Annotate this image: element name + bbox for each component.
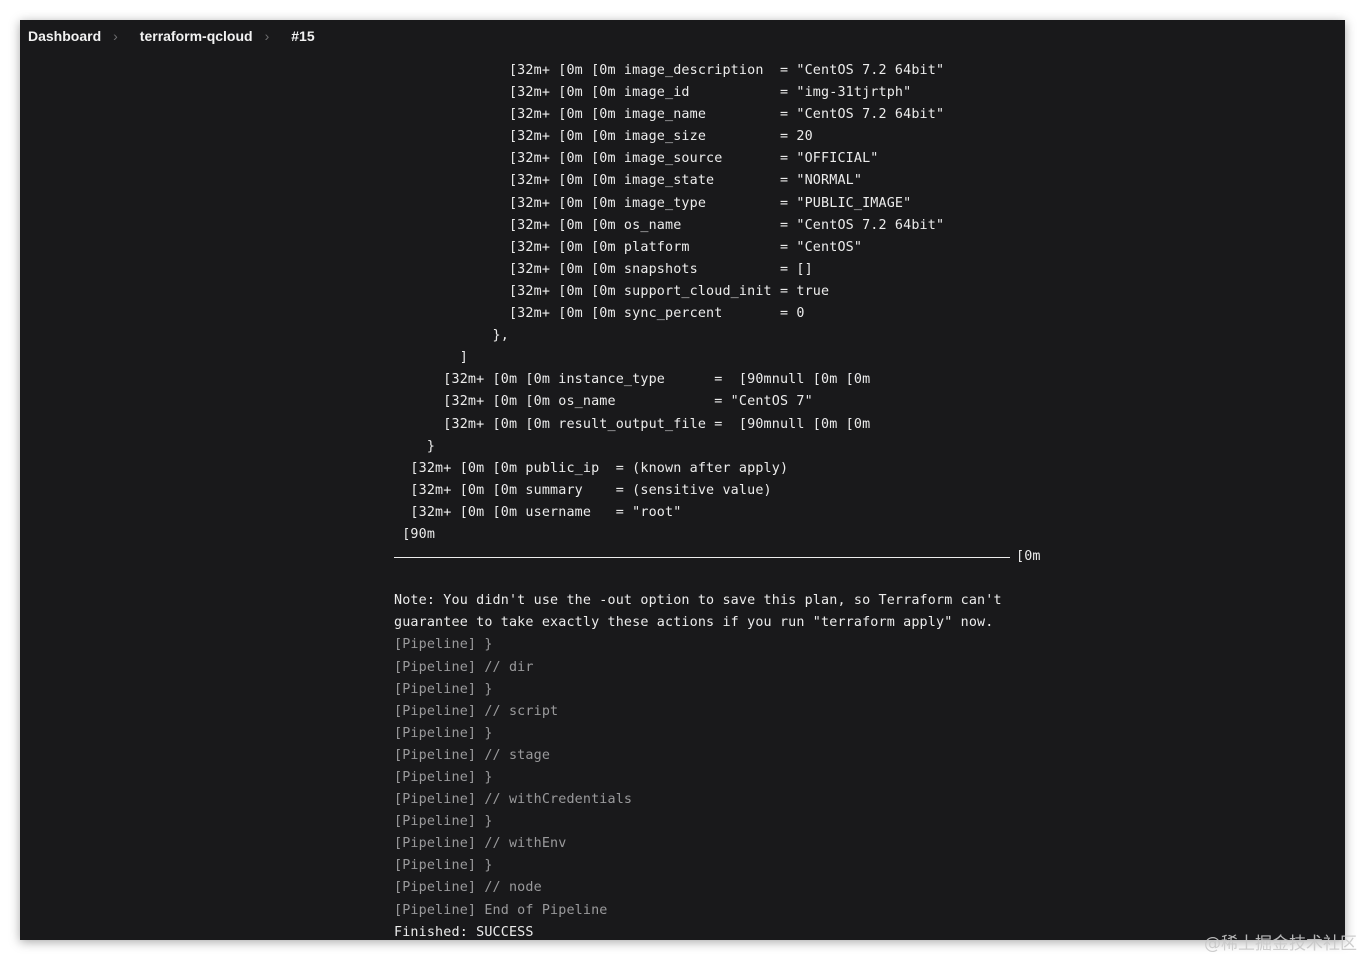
console-line: [32m+ [0m [0m image_name = "CentOS 7.2 6… (394, 107, 945, 123)
pipeline-line: [Pipeline] } (394, 858, 493, 874)
pipeline-line: [Pipeline] } (394, 681, 493, 697)
console-output: [32m+ [0m [0m image_description = "CentO… (394, 60, 1334, 940)
console-line: [32m+ [0m [0m result_output_file = [90mn… (394, 416, 871, 432)
breadcrumb: Dashboard › terraform-qcloud › #15 (20, 20, 820, 52)
breadcrumb-dashboard[interactable]: Dashboard (20, 28, 101, 44)
separator-tail: [0m (1016, 549, 1041, 565)
console-line: [32m+ [0m [0m public_ip = (known after a… (394, 460, 789, 476)
console-line: [32m+ [0m [0m platform = "CentOS" (394, 239, 863, 255)
pipeline-line: [Pipeline] } (394, 814, 493, 830)
watermark: @稀土掘金技术社区 (1204, 934, 1357, 954)
pipeline-line: [Pipeline] // node (394, 880, 542, 896)
jenkins-console-window: Dashboard › terraform-qcloud › #15 [32m+… (20, 20, 1345, 940)
console-line: ] (394, 350, 468, 366)
pipeline-line: [Pipeline] End of Pipeline (394, 902, 608, 918)
console-line: [32m+ [0m [0m instance_type = [90mnull [… (394, 372, 871, 388)
pipeline-line: [Pipeline] // stage (394, 747, 551, 763)
console-line: [32m+ [0m [0m image_source = "OFFICIAL" (394, 151, 879, 167)
console-line: [32m+ [0m [0m image_type = "PUBLIC_IMAGE… (394, 195, 912, 211)
note-line: guarantee to take exactly these actions … (394, 615, 994, 631)
console-line: } (394, 438, 436, 454)
console-line: [32m+ [0m [0m os_name = "CentOS 7.2 64bi… (394, 217, 945, 233)
console-line: [32m+ [0m [0m image_description = "CentO… (394, 63, 945, 78)
console-line: [32m+ [0m [0m summary = (sensitive value… (394, 482, 772, 498)
console-line: [90m (394, 526, 436, 542)
console-line: [32m+ [0m [0m support_cloud_init = true (394, 283, 830, 299)
pipeline-line: [Pipeline] // dir (394, 659, 534, 675)
console-line: [32m+ [0m [0m snapshots = [] (394, 261, 813, 277)
breadcrumb-job[interactable]: terraform-qcloud (132, 28, 253, 44)
console-line: [32m+ [0m [0m image_size = 20 (394, 129, 813, 145)
console-line: }, (394, 328, 509, 344)
console-line: [32m+ [0m [0m os_name = "CentOS 7" (394, 394, 813, 410)
pipeline-line: [Pipeline] // script (394, 703, 559, 719)
console-line: [32m+ [0m [0m image_state = "NORMAL" (394, 173, 863, 189)
console-separator: [0m (394, 546, 1334, 568)
breadcrumb-build[interactable]: #15 (283, 28, 314, 44)
pipeline-line: [Pipeline] } (394, 770, 493, 785)
chevron-right-icon: › (113, 28, 118, 44)
console-line: [32m+ [0m [0m image_id = "img-31tjrtph" (394, 85, 912, 101)
pipeline-line: [Pipeline] } (394, 637, 493, 653)
note-line: Note: You didn't use the -out option to … (394, 593, 1002, 609)
separator-rule (394, 557, 1010, 559)
build-status-line: Finished: SUCCESS (394, 924, 534, 940)
pipeline-line: [Pipeline] } (394, 725, 493, 741)
pipeline-line: [Pipeline] // withEnv (394, 836, 567, 852)
pipeline-line: [Pipeline] // withCredentials (394, 792, 633, 808)
chevron-right-icon: › (264, 28, 270, 44)
console-line: [32m+ [0m [0m sync_percent = 0 (394, 306, 805, 322)
console-line: [32m+ [0m [0m username = "root" (394, 504, 682, 520)
sidebar (20, 20, 378, 940)
